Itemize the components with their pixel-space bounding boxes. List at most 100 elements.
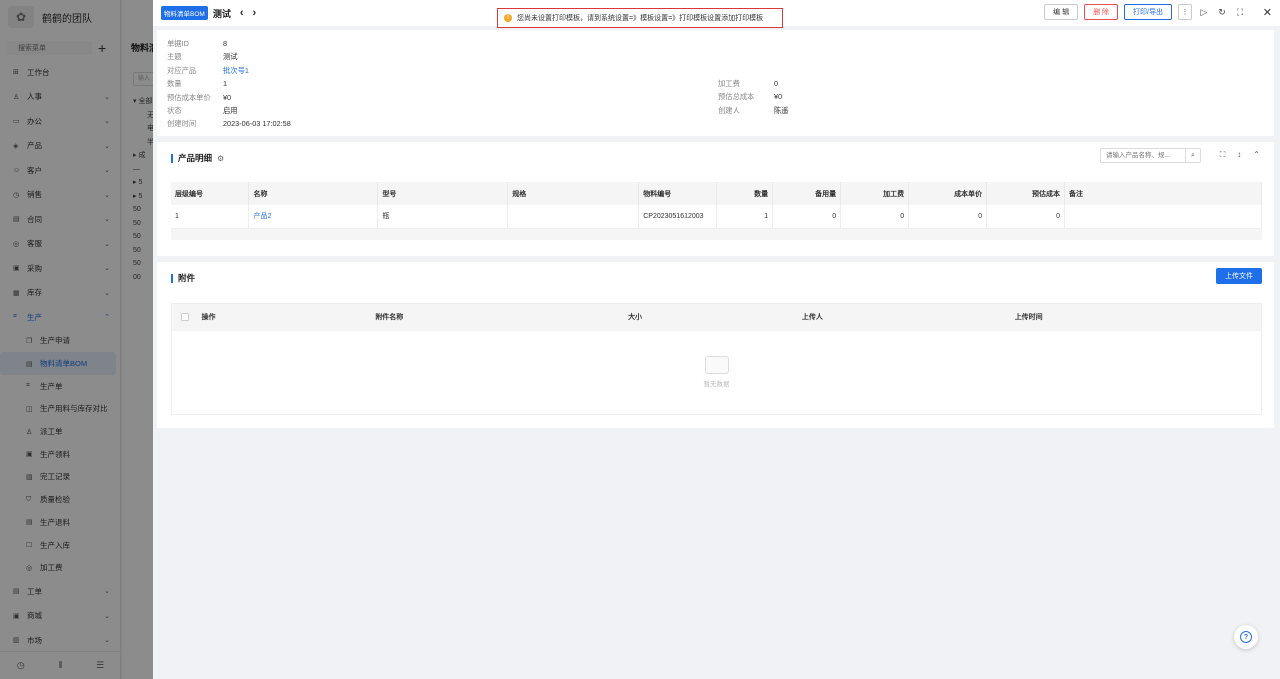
help-button[interactable]: ? xyxy=(1234,625,1258,649)
column-header: 上传时间 xyxy=(1010,303,1262,331)
info-row: 对应产品 批次号1 xyxy=(167,66,249,76)
info-label: 创建时间 xyxy=(167,119,197,129)
info-value: 启用 xyxy=(223,106,238,115)
info-row: 状态 启用 xyxy=(167,106,238,116)
drawer-title: 测试 xyxy=(212,8,231,19)
prev-icon[interactable]: ‹ xyxy=(240,7,244,19)
product-table: 层级编号 名称 型号 规格 物料编号 数量 备用量 加工费 成本单价 预估成本 备注 1 产品2 瓶 CP… xyxy=(171,182,1262,240)
info-value: 陈遥 xyxy=(774,105,789,115)
info-value: 测试 xyxy=(223,52,238,62)
info-label: 预估成本单价 xyxy=(167,92,211,102)
table-cell: 0 xyxy=(772,205,842,229)
column-header: 大小 xyxy=(624,303,798,331)
info-row: 数量 1 xyxy=(167,79,227,89)
info-row: 预估成本单价 ¥0 xyxy=(167,93,231,103)
warning-icon: ! xyxy=(504,14,512,22)
upload-file-button[interactable]: 上传文件 xyxy=(1216,268,1262,284)
table-cell: CP2023051612003 xyxy=(638,205,718,229)
table-cell: 0 xyxy=(986,205,1066,229)
section-title-attachments: 附件 xyxy=(171,272,195,284)
info-value: 2023-06-03 17:02:58 xyxy=(223,119,291,129)
attachment-table: 操作 附件名称 大小 上传人 上传时间 暂无数据 xyxy=(171,303,1262,415)
info-card: 单据ID 8 主题 测试 对应产品 批次号1 数量 1 预估成本单价 ¥0 状态 启用 创建时间 2023… xyxy=(157,30,1274,136)
section-title-products: 产品明细 ⚙ xyxy=(171,152,224,164)
column-header: 层级编号 xyxy=(171,182,250,205)
product-search-input[interactable] xyxy=(1101,149,1185,162)
table-footer xyxy=(171,228,1262,240)
attachment-card: 附件 上传文件 操作 附件名称 大小 上传人 上传时间 暂无数据 xyxy=(157,262,1274,428)
table-header-row: 层级编号 名称 型号 规格 物料编号 数量 备用量 加工费 成本单价 预估成本 备注 xyxy=(171,182,1262,205)
info-label: 单据ID xyxy=(167,39,189,48)
column-header: 规格 xyxy=(507,182,640,205)
table-cell xyxy=(1064,205,1262,229)
info-label: 对应产品 xyxy=(167,65,197,75)
question-icon: ? xyxy=(1240,631,1252,643)
product-search: ⌕ xyxy=(1100,148,1201,163)
search-icon[interactable]: ⌕ xyxy=(1185,149,1200,162)
column-header: 预估成本 xyxy=(986,182,1066,205)
edit-button[interactable]: 编 辑 xyxy=(1044,4,1079,20)
header-actions: 编 辑 删 除 打印/导出 ⋮ ▷ ↻ ⛶ xyxy=(1044,4,1246,20)
next-icon[interactable]: › xyxy=(253,7,257,19)
column-header: 上传人 xyxy=(797,303,1011,331)
info-value: 8 xyxy=(223,39,228,48)
section-bar xyxy=(171,273,173,283)
table-footer-row xyxy=(171,228,1262,240)
info-row: 预估总成本 ¥0 xyxy=(718,92,782,102)
column-header: 附件名称 xyxy=(371,303,625,331)
column-header: 成本单价 xyxy=(908,182,988,205)
expand-icon[interactable]: ⛶ xyxy=(1220,150,1226,160)
info-label: 状态 xyxy=(167,106,182,115)
fullscreen-icon[interactable]: ⛶ xyxy=(1234,7,1246,18)
section-title-text: 附件 xyxy=(178,273,196,283)
column-header: 操作 xyxy=(197,303,372,331)
column-header: 备注 xyxy=(1064,182,1262,205)
info-row: 单据ID 8 xyxy=(167,39,227,49)
column-header: 名称 xyxy=(248,182,379,205)
delete-button[interactable]: 删 除 xyxy=(1084,4,1119,20)
section-bar xyxy=(171,153,173,163)
info-row: 创建人 陈遥 xyxy=(718,106,789,116)
product-tools: ⛶ ↕ ⌃ xyxy=(1220,150,1260,160)
column-header: 备用量 xyxy=(772,182,842,205)
empty-box-icon xyxy=(704,356,729,375)
info-label: 创建人 xyxy=(718,105,740,115)
product-detail-card: 产品明细 ⚙ ⌕ ⛶ ↕ ⌃ 层级编号名称型号规格物料编号数量备用量加工费成本单… xyxy=(157,142,1274,256)
table-cell: 0 xyxy=(908,205,988,229)
column-header: 数量 xyxy=(716,182,774,205)
refresh-icon[interactable]: ↻ xyxy=(1216,7,1228,18)
print-export-button[interactable]: 打印/导出 xyxy=(1124,4,1172,20)
warning-toast: ! 您尚未设置打印模板，请到系统设置=》模板设置=》打印模板设置添加打印模板 xyxy=(497,8,783,28)
info-label: 加工费 xyxy=(718,79,740,88)
info-value: 0 xyxy=(774,79,779,88)
detail-drawer: 物料清单BOM 测试 ‹ › 编 辑 删 除 打印/导出 ⋮ ▷ ↻ ⛶ ✕ !… xyxy=(153,0,1280,679)
close-icon[interactable]: ✕ xyxy=(1263,6,1272,19)
info-label: 主题 xyxy=(167,52,182,62)
more-button[interactable]: ⋮ xyxy=(1178,4,1192,20)
empty-text: 暂无数据 xyxy=(703,381,730,389)
empty-state: 暂无数据 xyxy=(172,331,1262,415)
select-all-cell xyxy=(171,303,198,331)
product-link[interactable]: 批次号1 xyxy=(223,66,249,76)
table-cell: 瓶 xyxy=(377,205,509,229)
table-cell: 1 xyxy=(716,205,774,229)
collapse-icon[interactable]: ⌃ xyxy=(1253,150,1260,160)
empty-row: 暂无数据 xyxy=(172,331,1262,415)
select-all-checkbox[interactable] xyxy=(181,313,189,322)
product-name-link[interactable]: 产品2 xyxy=(248,205,379,229)
column-header: 加工费 xyxy=(840,182,910,205)
toast-message: 您尚未设置打印模板，请到系统设置=》模板设置=》打印模板设置添加打印模板 xyxy=(517,15,764,22)
column-header: 物料编号 xyxy=(638,182,718,205)
column-header: 型号 xyxy=(377,182,509,205)
info-label: 预估总成本 xyxy=(718,92,755,102)
table-cell xyxy=(507,205,640,229)
table-cell: 0 xyxy=(840,205,910,229)
play-icon[interactable]: ▷ xyxy=(1198,7,1210,18)
table-header-row: 操作 附件名称 大小 上传人 上传时间 xyxy=(171,303,1262,331)
info-label: 数量 xyxy=(167,79,182,89)
info-row: 加工费 0 xyxy=(718,79,778,89)
settings-icon[interactable]: ⚙ xyxy=(217,154,224,163)
column-height-icon[interactable]: ↕ xyxy=(1237,150,1241,160)
info-row: 主题 测试 xyxy=(167,52,238,62)
info-value: ¥0 xyxy=(774,92,783,102)
